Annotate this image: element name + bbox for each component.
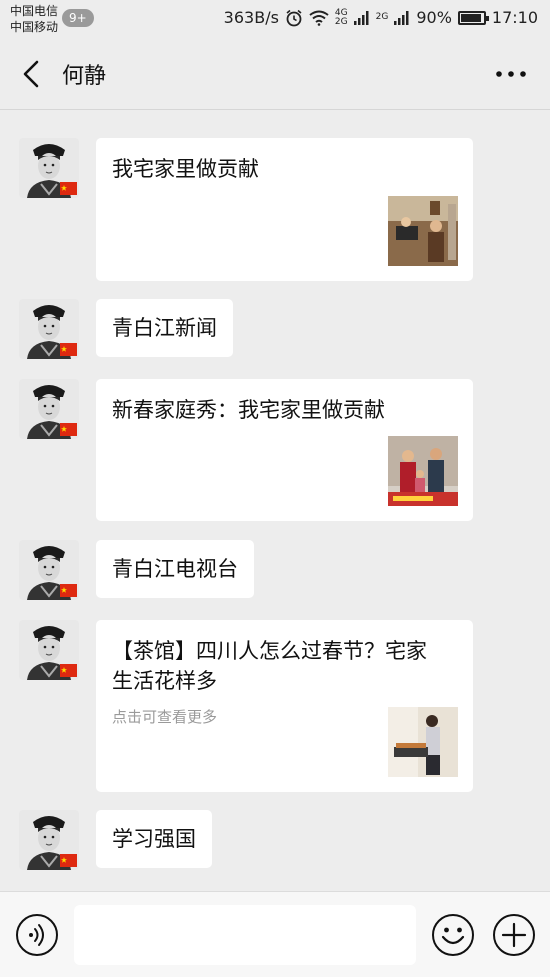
text-bubble[interactable]: 青白江新闻 xyxy=(96,299,233,357)
portrait-avatar-icon xyxy=(19,379,79,439)
sender-avatar[interactable] xyxy=(19,810,79,870)
family-video-photo-thumbnail xyxy=(388,436,458,506)
portrait-avatar-icon xyxy=(19,299,79,359)
battery-icon xyxy=(457,10,489,25)
cooking-photo-thumbnail xyxy=(388,707,458,777)
card-title: 新春家庭秀：我宅家里做贡献 xyxy=(112,398,385,422)
notification-badge: 9+ xyxy=(62,9,94,27)
emoji-icon[interactable] xyxy=(431,913,475,957)
link-card[interactable]: 我宅家里做贡献 xyxy=(96,138,473,281)
page-title: 何静 xyxy=(62,64,107,89)
signal-icon-2 xyxy=(394,10,409,25)
plus-icon[interactable] xyxy=(492,913,536,957)
portrait-avatar-icon xyxy=(19,138,79,198)
sender-avatar[interactable] xyxy=(19,620,79,680)
card-title: 【茶馆】四川人怎么过春节？宅家生活花样多 xyxy=(112,639,427,693)
wifi-icon xyxy=(309,10,329,26)
back-arrow-icon[interactable] xyxy=(14,56,50,92)
carrier-2: 中国移动 xyxy=(10,20,59,34)
sender-avatar[interactable] xyxy=(19,138,79,198)
text-bubble[interactable]: 青白江电视台 xyxy=(96,540,254,598)
clock: 17:10 xyxy=(491,8,538,27)
link-card[interactable]: 【茶馆】四川人怎么过春节？宅家生活花样多 点击可查看更多 xyxy=(96,620,473,792)
status-right: 363B/s 4G 2G 2G 90% 17:10 xyxy=(224,8,538,27)
sender-avatar[interactable] xyxy=(19,379,79,439)
voice-input-icon[interactable] xyxy=(15,913,59,957)
battery-percent: 90% xyxy=(416,8,452,27)
family-music-photo-thumbnail xyxy=(388,196,458,266)
network-type-1: 4G 2G xyxy=(334,7,348,27)
status-bar: 中国电信 中国移动 9+ 363B/s 4G 2G 2G 90% 17:10 xyxy=(0,0,550,38)
sender-avatar[interactable] xyxy=(19,299,79,359)
network-speed: 363B/s xyxy=(223,8,279,27)
message-input[interactable] xyxy=(74,905,416,965)
portrait-avatar-icon xyxy=(19,810,79,870)
message-list[interactable]: 我宅家里做贡献 青白江新闻 新春家庭秀：我宅家里做贡献 青白江电视台 【茶馆】四… xyxy=(0,111,550,891)
signal-icon-1 xyxy=(353,10,369,25)
carrier-labels: 中国电信 中国移动 xyxy=(10,3,58,35)
portrait-avatar-icon xyxy=(19,620,79,680)
chat-header: 何静 xyxy=(0,38,550,110)
link-card[interactable]: 新春家庭秀：我宅家里做贡献 xyxy=(96,379,473,521)
card-title: 我宅家里做贡献 xyxy=(112,157,259,181)
input-bar xyxy=(0,891,550,977)
battery-fill xyxy=(460,13,481,22)
text-bubble[interactable]: 学习强国 xyxy=(96,810,212,868)
network-type-2: 2G xyxy=(375,12,389,22)
carrier-1: 中国电信 xyxy=(10,4,59,18)
portrait-avatar-icon xyxy=(19,540,79,600)
sender-avatar[interactable] xyxy=(19,540,79,600)
alarm-icon xyxy=(286,9,302,26)
more-options-icon[interactable] xyxy=(494,62,528,86)
